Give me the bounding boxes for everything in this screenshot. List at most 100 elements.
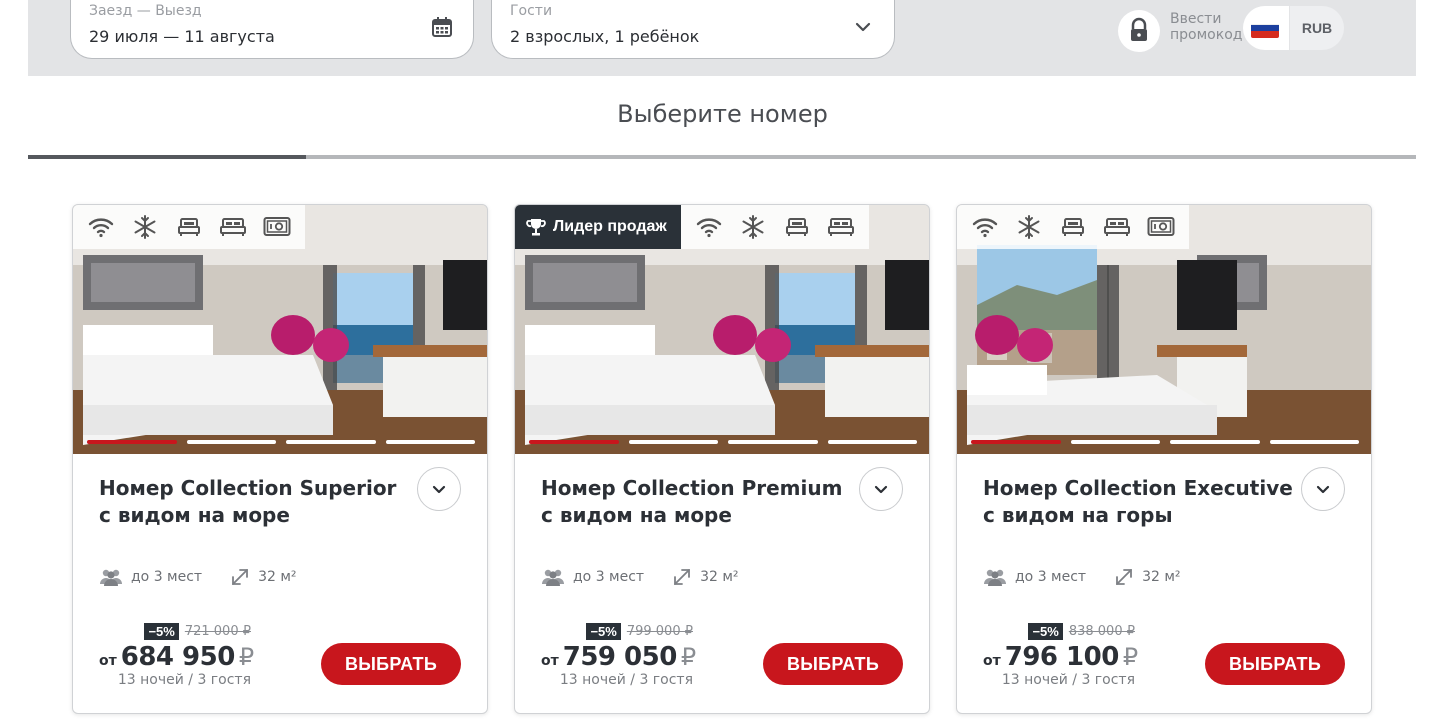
wifi-icon <box>79 205 123 249</box>
lock-icon <box>1118 10 1160 52</box>
room-card: Номер Collection Superior с видом на мор… <box>72 204 488 714</box>
bestseller-badge-label: Лидер продаж <box>553 218 667 235</box>
photo-slider-dot[interactable] <box>971 440 1061 444</box>
guests-field-label: Гости <box>510 3 553 19</box>
double-bed-icon <box>211 205 255 249</box>
area: 32 м² <box>230 567 297 587</box>
chevron-down-icon <box>432 485 446 494</box>
area-value: 32 м² <box>258 569 297 585</box>
price-block: −5% 799 000 ₽ от 759 050 ₽ 13 ночей / 3 … <box>541 623 711 688</box>
area-value: 32 м² <box>700 569 739 585</box>
capacity-value: до 3 мест <box>573 569 645 585</box>
room-title[interactable]: Номер Collection Superior с видом на мор… <box>99 475 409 529</box>
dates-field-value: 29 июля — 11 августа <box>89 27 275 46</box>
room-title[interactable]: Номер Collection Premium с видом на море <box>541 475 851 529</box>
room-card: Номер Collection Executive с видом на го… <box>956 204 1372 714</box>
photo-slider-dot[interactable] <box>186 440 276 444</box>
photo-slider-dot[interactable] <box>827 440 917 444</box>
bed-icon <box>775 205 819 249</box>
discount-badge: −5% <box>144 623 179 640</box>
guests-icon <box>542 569 564 586</box>
bed-icon <box>1051 205 1095 249</box>
guests-field[interactable]: Гости 2 взрослых, 1 ребёнок <box>491 0 895 59</box>
double-bed-icon <box>819 205 863 249</box>
guests-field-value: 2 взрослых, 1 ребёнок <box>510 27 700 46</box>
area-icon <box>674 569 690 585</box>
amenities-bar <box>957 205 1189 249</box>
select-room-button[interactable]: ВЫБРАТЬ <box>1205 643 1345 685</box>
trophy-icon <box>526 219 546 236</box>
guests-icon <box>984 569 1006 586</box>
step-progress-fill <box>28 155 306 159</box>
air-conditioning-icon <box>1007 205 1051 249</box>
chevron-down-icon[interactable] <box>852 16 874 38</box>
currency-sign: ₽ <box>1122 643 1139 671</box>
price-block: −5% 721 000 ₽ от 684 950 ₽ 13 ночей / 3 … <box>99 623 269 688</box>
dates-field-label: Заезд — Выезд <box>89 3 202 19</box>
old-price: 838 000 ₽ <box>1068 624 1135 639</box>
area-icon <box>1116 569 1132 585</box>
room-specs: до 3 мест 32 м² <box>541 566 767 588</box>
room-specs: до 3 мест 32 м² <box>99 566 325 588</box>
photo-slider-dot[interactable] <box>529 440 619 444</box>
price-from-label: от <box>541 653 559 669</box>
capacity: до 3 мест <box>983 568 1086 586</box>
photo-slider-dots <box>971 440 1359 444</box>
double-bed-icon <box>1095 205 1139 249</box>
photo-slider-dot[interactable] <box>728 440 818 444</box>
room-photo-gallery[interactable] <box>73 205 487 454</box>
photo-slider-dot[interactable] <box>1269 440 1359 444</box>
photo-slider-dot[interactable] <box>1170 440 1260 444</box>
photo-slider-dot[interactable] <box>87 440 177 444</box>
amenities-bar <box>73 205 305 249</box>
price-from-label: от <box>983 653 1001 669</box>
page-title: Выберите номер <box>617 100 828 128</box>
currency-sign: ₽ <box>680 643 697 671</box>
select-room-button[interactable]: ВЫБРАТЬ <box>763 643 903 685</box>
area: 32 м² <box>1114 567 1181 587</box>
nights-guests: 13 ночей / 3 гостя <box>559 672 693 688</box>
room-photo-gallery[interactable]: Лидер продаж <box>515 205 929 454</box>
room-card: Лидер продаж Номер Collection Premium с … <box>514 204 930 714</box>
area-icon <box>232 569 248 585</box>
room-title[interactable]: Номер Collection Executive с видом на го… <box>983 475 1293 529</box>
select-room-button[interactable]: ВЫБРАТЬ <box>321 643 461 685</box>
capacity: до 3 мест <box>541 568 644 586</box>
photo-slider-dot[interactable] <box>385 440 475 444</box>
currency-sign: ₽ <box>238 643 255 671</box>
old-price: 799 000 ₽ <box>626 624 693 639</box>
guests-icon <box>100 569 122 586</box>
amenities-bar: Лидер продаж <box>515 205 869 249</box>
language-selector[interactable] <box>1243 6 1289 50</box>
dates-field[interactable]: Заезд — Выезд 29 июля — 11 августа <box>70 0 474 59</box>
room-photo-gallery[interactable] <box>957 205 1371 454</box>
expand-details-button[interactable] <box>417 467 461 511</box>
air-conditioning-icon <box>123 205 167 249</box>
bestseller-badge: Лидер продаж <box>515 205 681 249</box>
step-progress-bar <box>28 155 1416 159</box>
old-price: 721 000 ₽ <box>184 624 251 639</box>
price-from-label: от <box>99 653 117 669</box>
russia-flag-icon <box>1251 18 1279 38</box>
search-bar: Заезд — Выезд 29 июля — 11 августа Гости… <box>28 0 1416 76</box>
air-conditioning-icon <box>731 205 775 249</box>
capacity-value: до 3 мест <box>131 569 203 585</box>
safe-icon <box>255 205 299 249</box>
expand-details-button[interactable] <box>859 467 903 511</box>
price-block: −5% 838 000 ₽ от 796 100 ₽ 13 ночей / 3 … <box>983 623 1153 688</box>
area-value: 32 м² <box>1142 569 1181 585</box>
expand-details-button[interactable] <box>1301 467 1345 511</box>
room-specs: до 3 мест 32 м² <box>983 566 1209 588</box>
price-amount: 684 950 <box>120 642 236 672</box>
photo-slider-dot[interactable] <box>1070 440 1160 444</box>
capacity: до 3 мест <box>99 568 202 586</box>
price-amount: 796 100 <box>1004 642 1120 672</box>
price-amount: 759 050 <box>562 642 678 672</box>
photo-slider-dots <box>87 440 475 444</box>
photo-slider-dots <box>529 440 917 444</box>
currency-selector[interactable]: RUB <box>1290 6 1344 50</box>
photo-slider-dot[interactable] <box>286 440 376 444</box>
photo-slider-dot[interactable] <box>628 440 718 444</box>
nights-guests: 13 ночей / 3 гостя <box>117 672 251 688</box>
calendar-icon[interactable] <box>431 16 453 38</box>
